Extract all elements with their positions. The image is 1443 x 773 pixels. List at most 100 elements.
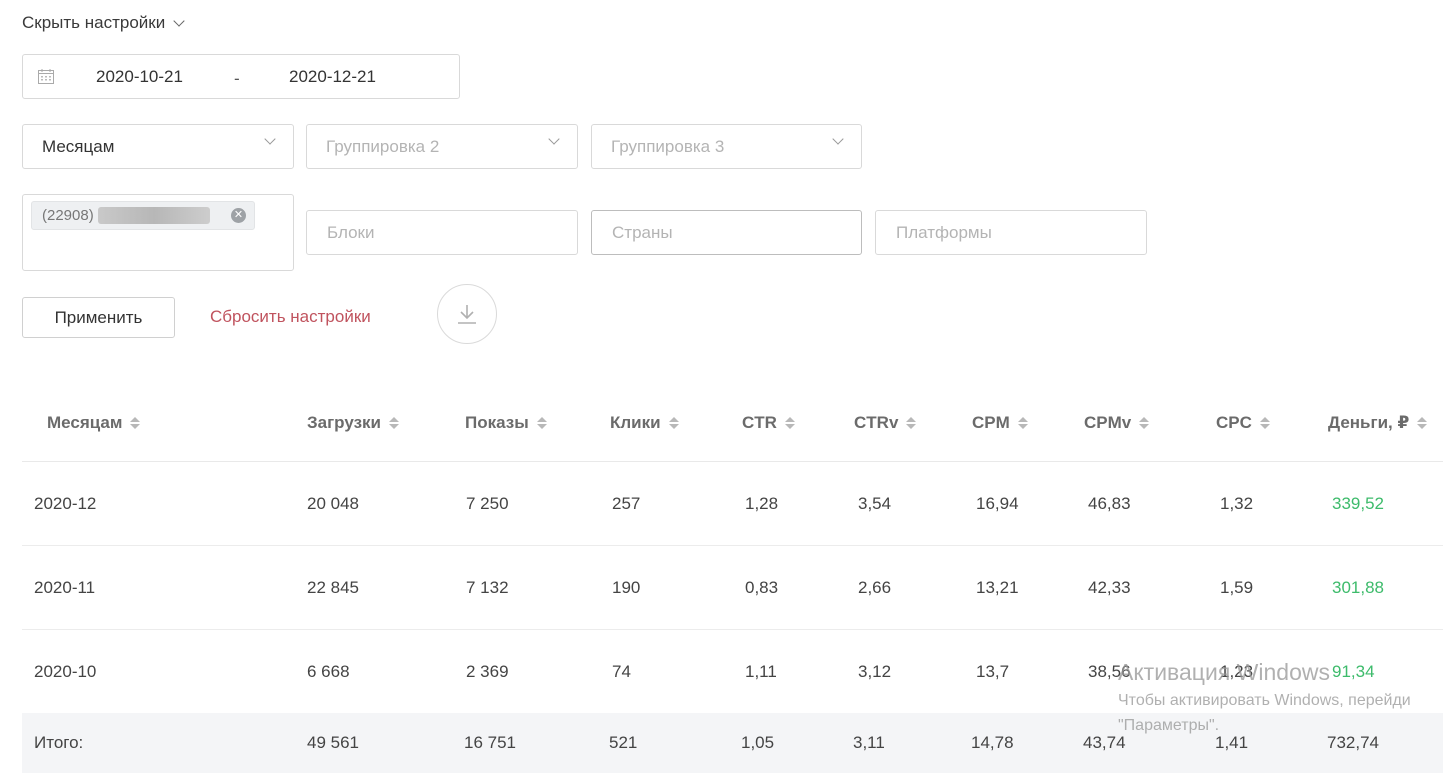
total-impressions: 16 751 [464, 733, 516, 752]
sort-icon [130, 417, 141, 429]
column-title: CPM [972, 413, 1010, 432]
cell-cpc: 1,59 [1220, 578, 1254, 597]
chevron-down-icon [832, 133, 844, 145]
total-loads: 49 561 [307, 733, 359, 752]
chevron-down-icon [173, 14, 185, 27]
cell-period: 2020-10 [34, 662, 97, 681]
sort-icon [1017, 417, 1028, 429]
sort-icon [1139, 417, 1150, 429]
column-title: CPC [1216, 413, 1252, 432]
sort-icon [906, 417, 917, 429]
cell-cpmv: 42,33 [1088, 578, 1131, 597]
total-clicks: 521 [609, 733, 638, 752]
column-header-loads[interactable]: Загрузки [307, 413, 399, 433]
grouping-3-select[interactable]: Группировка 3 [591, 124, 862, 169]
column-header-cpmv[interactable]: CPMv [1084, 413, 1150, 433]
grouping-2-placeholder: Группировка 2 [326, 136, 440, 156]
cell-period: 2020-11 [34, 578, 96, 597]
total-ctrv: 3,11 [853, 733, 885, 752]
column-title: Деньги, ₽ [1328, 413, 1410, 432]
cell-ctrv: 2,66 [858, 578, 892, 597]
cell-clicks: 257 [612, 494, 641, 513]
cell-loads: 20 048 [307, 494, 359, 513]
column-header-ctr[interactable]: CTR [742, 413, 795, 433]
cell-money: 301,88 [1332, 578, 1384, 597]
date-separator: - [234, 69, 240, 88]
cell-impressions: 7 250 [466, 494, 509, 513]
date-to-input[interactable]: 2020-12-21 [289, 67, 376, 87]
remove-tag-icon[interactable]: ✕ [231, 208, 246, 223]
grouping-1-value: Месяцам [42, 136, 115, 156]
cell-ctrv: 3,12 [858, 662, 892, 681]
cell-cpc: 1,32 [1220, 494, 1254, 513]
sort-icon [784, 417, 795, 429]
column-header-clicks[interactable]: Клики [610, 413, 679, 433]
table-total-row: Итого: 49 561 16 751 521 1,05 3,11 14,78… [22, 713, 1443, 773]
cell-period: 2020-12 [34, 494, 97, 513]
apply-button[interactable]: Применить [22, 297, 175, 338]
cell-ctr: 0,83 [745, 578, 779, 597]
cell-loads: 22 845 [307, 578, 359, 597]
date-from-input[interactable]: 2020-10-21 [96, 67, 183, 87]
hide-settings-label: Скрыть настройки [22, 13, 166, 32]
sort-icon [1417, 417, 1428, 429]
cell-cpm: 13,21 [976, 578, 1019, 597]
site-tag-label: (22908) [42, 207, 94, 224]
sites-multiselect[interactable]: (22908) ✕ [22, 194, 294, 271]
cell-loads: 6 668 [307, 662, 350, 681]
calendar-icon [38, 69, 54, 84]
sort-icon [389, 417, 399, 429]
cell-money: 339,52 [1332, 494, 1384, 513]
cell-cpmv: 38,56 [1088, 662, 1131, 681]
reset-settings-link[interactable]: Сбросить настройки [210, 307, 371, 327]
column-title: Показы [465, 413, 529, 432]
platforms-input[interactable]: Платформы [875, 210, 1147, 255]
column-title: CTRv [854, 413, 899, 432]
column-title: CTR [742, 413, 777, 432]
redacted-site-name [97, 207, 210, 224]
grouping-3-placeholder: Группировка 3 [611, 136, 725, 156]
date-range-picker[interactable]: 2020-10-21 - 2020-12-21 [22, 54, 460, 99]
grouping-1-select[interactable]: Месяцам [22, 124, 294, 169]
table-row: 2020-10 6 668 2 369 74 1,11 3,12 13,7 38… [22, 630, 1443, 714]
blocks-placeholder: Блоки [327, 222, 375, 242]
column-title: Клики [610, 413, 661, 432]
cell-impressions: 2 369 [466, 662, 509, 681]
column-title: CPMv [1084, 413, 1132, 432]
total-cpmv: 43,74 [1083, 733, 1126, 752]
total-money: 732,74 [1327, 733, 1379, 752]
column-header-cpm[interactable]: CPM [972, 413, 1028, 433]
total-cpm: 14,78 [971, 733, 1014, 752]
column-title: Месяцам [47, 413, 123, 432]
cell-cpmv: 46,83 [1088, 494, 1131, 513]
selected-site-tag: (22908) ✕ [31, 201, 255, 230]
cell-ctr: 1,28 [745, 494, 779, 513]
column-header-money[interactable]: Деньги, ₽ [1328, 413, 1428, 433]
total-ctr: 1,05 [741, 733, 775, 752]
column-header-cpc[interactable]: CPC [1216, 413, 1270, 433]
chevron-down-icon [264, 133, 276, 145]
sort-icon [536, 417, 547, 429]
total-label: Итого: [34, 733, 84, 752]
countries-placeholder: Страны [612, 222, 673, 242]
cell-clicks: 190 [612, 578, 641, 597]
table-header: Месяцам Загрузки Показы Клики CTR CTRv C… [22, 388, 1443, 462]
column-header-period[interactable]: Месяцам [47, 413, 141, 433]
countries-input[interactable]: Страны [591, 210, 862, 255]
cell-money: 91,34 [1332, 662, 1375, 681]
hide-settings-toggle[interactable]: Скрыть настройки [22, 13, 185, 33]
column-header-ctrv[interactable]: CTRv [854, 413, 917, 433]
sort-icon [668, 417, 679, 429]
grouping-2-select[interactable]: Группировка 2 [306, 124, 578, 169]
cell-ctr: 1,11 [745, 662, 777, 681]
cell-cpm: 13,7 [976, 662, 1010, 681]
cell-cpc: 1,23 [1220, 662, 1254, 681]
cell-ctrv: 3,54 [858, 494, 892, 513]
blocks-input[interactable]: Блоки [306, 210, 578, 255]
column-header-impressions[interactable]: Показы [465, 413, 547, 433]
download-button[interactable] [437, 284, 497, 344]
table-row: 2020-12 20 048 7 250 257 1,28 3,54 16,94… [22, 462, 1443, 546]
sort-icon [1259, 417, 1270, 429]
cell-cpm: 16,94 [976, 494, 1019, 513]
download-icon [458, 305, 476, 324]
